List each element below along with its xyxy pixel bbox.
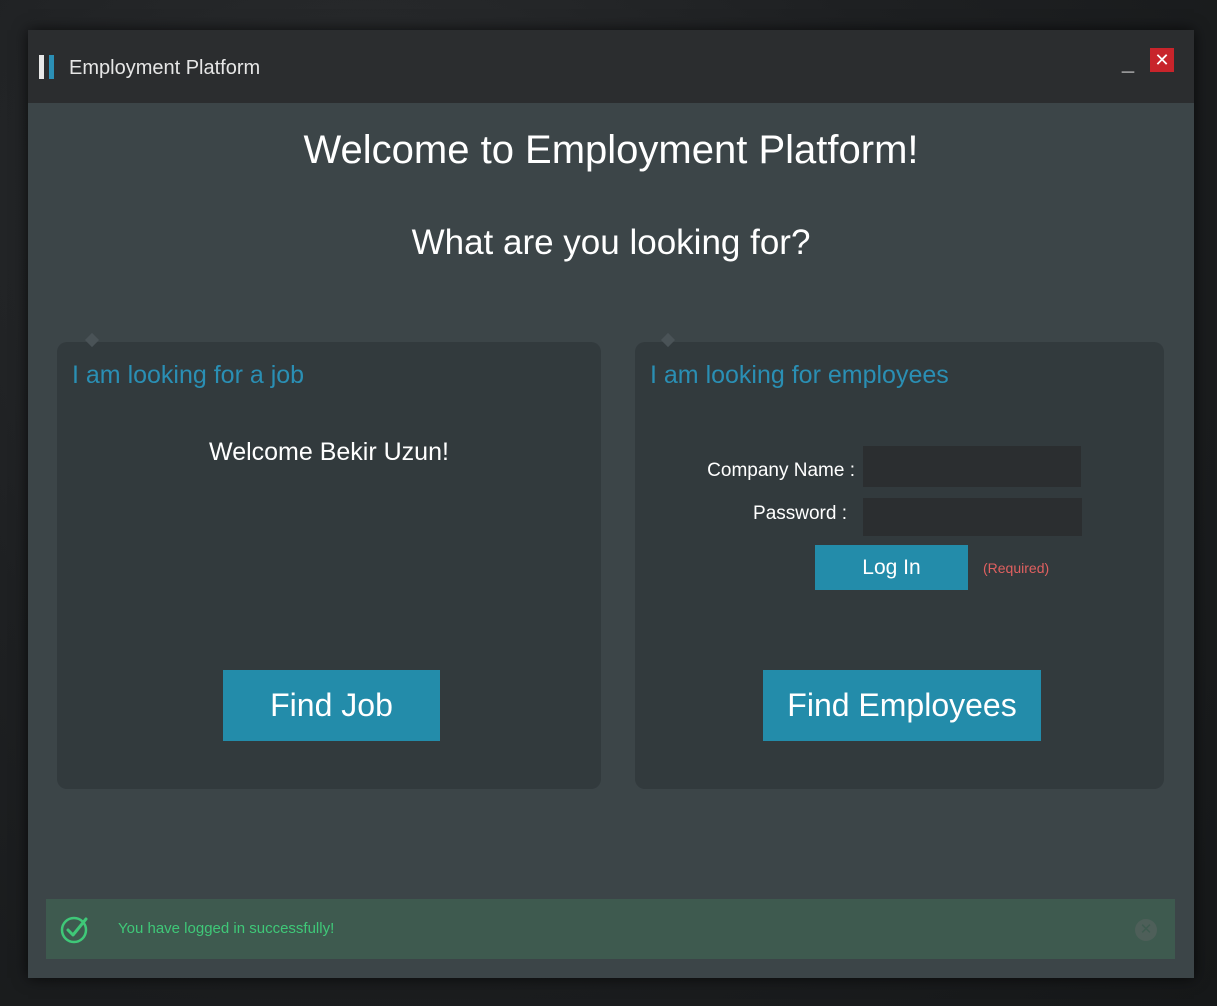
window-title: Employment Platform <box>69 57 261 79</box>
employer-panel-title: I am looking for employees <box>650 361 949 389</box>
panel-notch-icon <box>660 332 676 348</box>
job-seeker-panel: I am looking for a job Welcome Bekir Uzu… <box>57 332 601 789</box>
success-notification: You have logged in successfully! ✕ <box>46 899 1175 959</box>
panel-notch-icon <box>84 332 100 348</box>
employer-panel: I am looking for employees Company Name … <box>635 332 1164 789</box>
check-circle-icon <box>60 916 88 944</box>
password-field[interactable] <box>863 498 1082 536</box>
desktop-background: Employment Platform _ ✕ Welcome to Emplo… <box>0 0 1217 1006</box>
page-title: Welcome to Employment Platform! <box>303 128 919 172</box>
company-name-field[interactable] <box>863 446 1081 487</box>
login-button[interactable]: Log In <box>815 545 968 590</box>
minimize-button[interactable]: _ <box>1118 50 1138 76</box>
find-employees-button[interactable]: Find Employees <box>763 670 1041 741</box>
close-circle-icon[interactable]: ✕ <box>1135 919 1157 941</box>
app-window: Employment Platform _ ✕ Welcome to Emplo… <box>28 30 1194 978</box>
welcome-user-text: Welcome Bekir Uzun! <box>209 438 449 466</box>
app-logo-icon <box>39 55 59 79</box>
password-label: Password : <box>753 503 847 524</box>
notification-message: You have logged in successfully! <box>118 920 335 937</box>
close-button[interactable]: ✕ <box>1150 48 1174 72</box>
company-name-label: Company Name : <box>707 460 855 481</box>
title-bar[interactable]: Employment Platform _ ✕ <box>28 30 1194 103</box>
required-hint: (Required) <box>983 560 1050 576</box>
find-job-button[interactable]: Find Job <box>223 670 440 741</box>
page-subtitle: What are you looking for? <box>411 223 811 262</box>
job-panel-title: I am looking for a job <box>72 361 305 389</box>
